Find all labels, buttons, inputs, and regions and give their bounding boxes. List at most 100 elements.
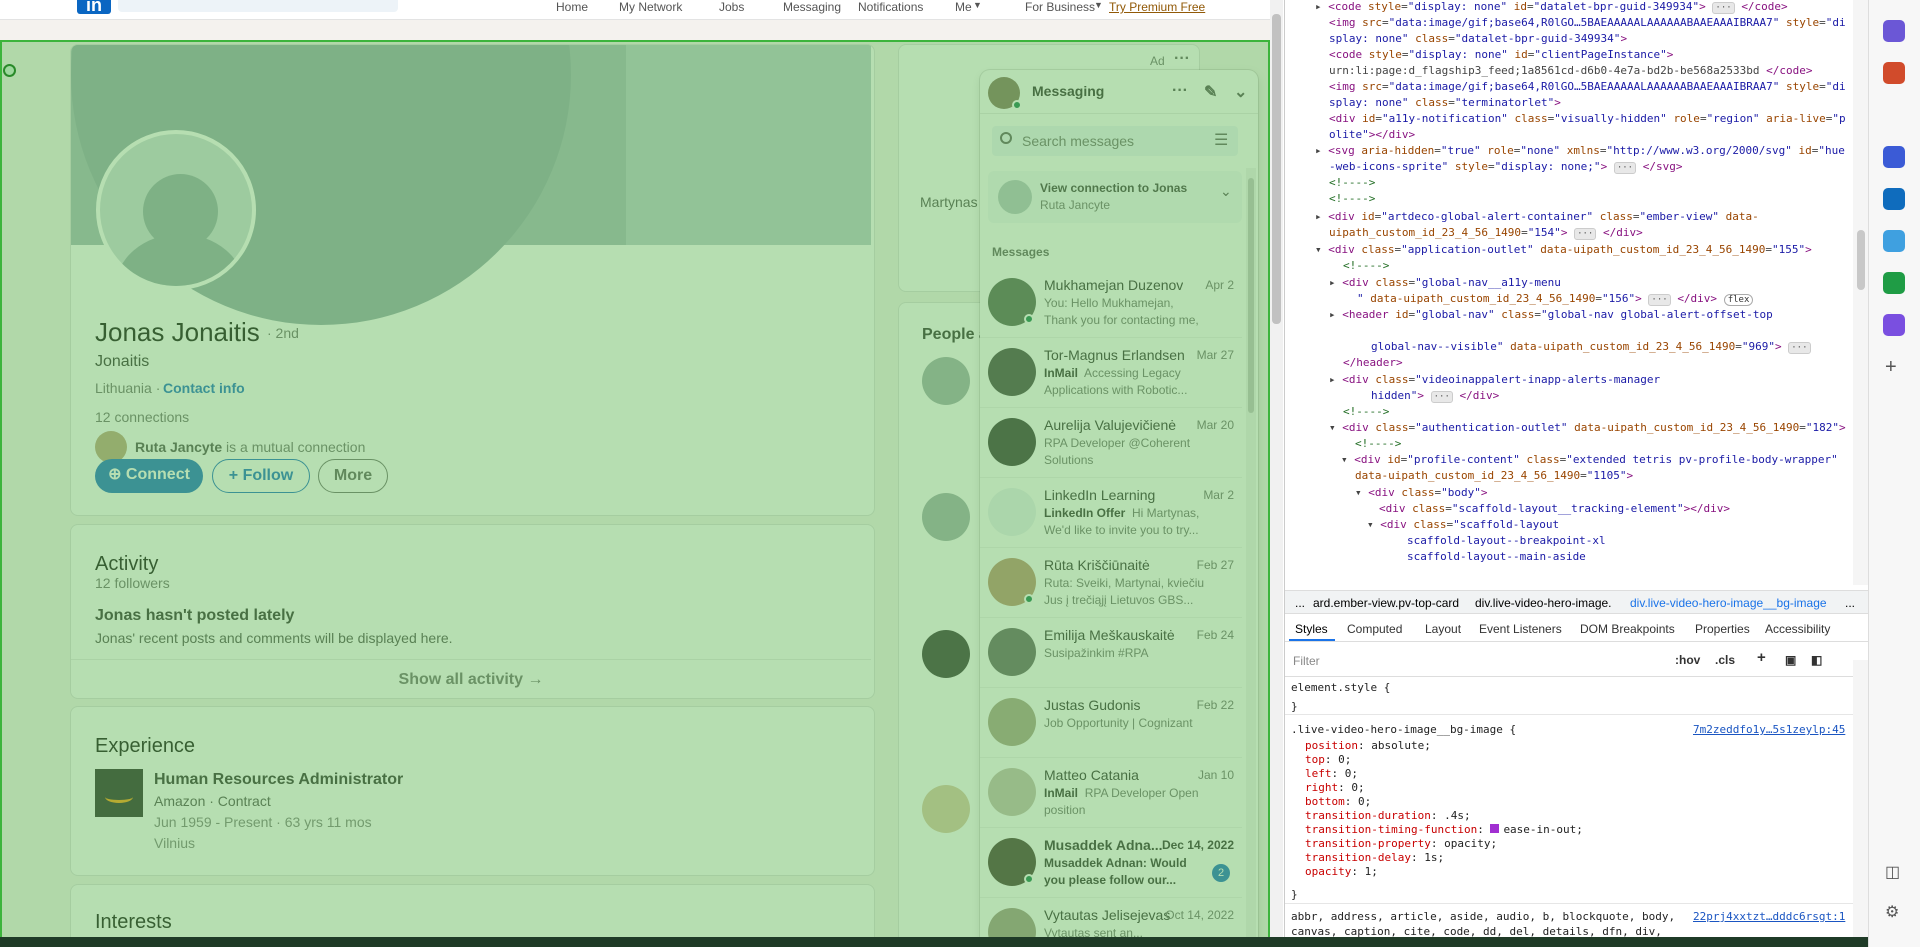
message-thread[interactable]: Rūta Kriščiūnaitė Feb 27 Ruta: Sveiki, Mar… — [980, 548, 1242, 618]
dom-node[interactable]: <code style="display: none" id="clientPa… — [1329, 48, 1673, 61]
message-thread[interactable]: LinkedIn Learning Mar 2 LinkedIn Offer Hi … — [980, 478, 1242, 548]
css-declaration[interactable]: top: 0; — [1305, 753, 1351, 766]
page-scrollbar[interactable] — [1270, 0, 1283, 947]
linkedin-logo[interactable]: in — [77, 0, 111, 15]
message-thread[interactable]: Matteo Catania Jan 10 InMail RPA Developer… — [980, 758, 1242, 828]
copilot-icon[interactable] — [1883, 146, 1905, 168]
class-toggle[interactable]: .cls — [1715, 653, 1735, 667]
nav-try-premium[interactable]: Try Premium Free — [1109, 0, 1205, 14]
dom-node[interactable]: <img src="data:image/gif;base64,R0lGO…5B… — [1329, 80, 1846, 93]
nav-for-business[interactable]: For Business — [1025, 0, 1095, 14]
css-selector[interactable]: .live-video-hero-image__bg-image { — [1291, 723, 1516, 736]
css-declaration[interactable]: bottom: 0; — [1305, 795, 1371, 808]
paint-icon[interactable]: ▣ — [1785, 653, 1796, 667]
messaging-scrollbar[interactable] — [1246, 168, 1256, 947]
send-icon[interactable] — [1883, 230, 1905, 252]
messaging-header[interactable]: Messaging ··· ✎ ⌄ — [980, 70, 1258, 114]
tab-properties[interactable]: Properties — [1695, 622, 1750, 636]
breadcrumb-item-selected[interactable]: div.live-video-hero-image__bg-image — [1630, 596, 1827, 610]
ad-options-icon[interactable]: ··· — [1174, 50, 1190, 68]
tree-icon[interactable] — [1883, 272, 1905, 294]
css-declaration[interactable]: transition-delay: 1s; — [1305, 851, 1444, 864]
css-declaration[interactable]: transition-duration: .4s; — [1305, 809, 1471, 822]
mutual-connection[interactable]: Ruta Jancyte is a mutual connection — [135, 439, 365, 455]
followers-count[interactable]: 12 followers — [95, 575, 170, 591]
css-declaration[interactable]: right: 0; — [1305, 781, 1365, 794]
element-style-rule[interactable]: element.style { — [1291, 681, 1390, 694]
message-thread[interactable]: Emilija Meškauskaitė Feb 24 Susipažinkim #… — [980, 618, 1242, 688]
dom-node[interactable]: ▾ <div class="authentication-outlet" dat… — [1329, 421, 1846, 434]
profile-avatar[interactable] — [96, 130, 256, 290]
briefcase-icon[interactable] — [1883, 62, 1905, 84]
source-link[interactable]: 7m2zeddfo1y…5s1zeylp:45 — [1693, 723, 1845, 736]
dom-node[interactable]: ▸ <code style="display: none" id="datale… — [1315, 0, 1788, 14]
view-connection-banner[interactable]: View connection to Jonas Ruta Jancyte ⌄ — [988, 171, 1242, 223]
tab-accessibility[interactable]: Accessibility — [1765, 622, 1830, 636]
css-declaration[interactable]: transition-timing-function: ease-in-out; — [1305, 823, 1583, 836]
contact-info-link[interactable]: Contact info — [163, 380, 245, 396]
message-search-input[interactable]: Search messages ☰ — [992, 126, 1238, 156]
chevron-down-icon[interactable]: ⌄ — [1234, 82, 1247, 102]
dom-node[interactable]: ▸ <svg aria-hidden="true" role="none" xm… — [1315, 144, 1845, 157]
nav-messaging[interactable]: Messaging — [783, 0, 841, 14]
breadcrumb-item[interactable]: ... — [1295, 596, 1305, 610]
nav-me[interactable]: Me — [955, 0, 972, 14]
dom-node[interactable]: ▸ <div id="artdeco-global-alert-containe… — [1315, 210, 1759, 223]
dom-node[interactable]: ▸ <div class="global-nav__a11y-menu — [1329, 276, 1561, 289]
breadcrumb-item[interactable]: div.live-video-hero-image. — [1475, 596, 1612, 610]
hover-state-toggle[interactable]: :hov — [1675, 653, 1700, 667]
message-thread[interactable]: Aurelija Valujevičienė Mar 20 RPA Develope… — [980, 408, 1242, 478]
people-avatar[interactable] — [922, 785, 970, 833]
people-avatar[interactable] — [922, 493, 970, 541]
breadcrumb-item[interactable]: ... — [1845, 596, 1855, 610]
tab-dom-breakpoints[interactable]: DOM Breakpoints — [1580, 622, 1675, 636]
dom-node[interactable]: <img src="data:image/gif;base64,R0lGO…5B… — [1329, 16, 1846, 29]
tab-layout[interactable]: Layout — [1425, 622, 1461, 636]
source-link[interactable]: 22prj4xxtzt…dddc6rsgt:1 — [1693, 910, 1845, 923]
breadcrumb-item[interactable]: ard.ember-view.pv-top-card — [1313, 596, 1459, 610]
more-button[interactable]: More — [318, 459, 388, 493]
outlook-icon[interactable] — [1883, 188, 1905, 210]
dom-node[interactable]: <div class="scaffold-layout__tracking-el… — [1379, 502, 1730, 515]
css-declaration[interactable]: transition-property: opacity; — [1305, 837, 1497, 850]
message-thread[interactable]: Musaddek Adna... Dec 14, 2022 Musaddek Adn… — [980, 828, 1242, 898]
nav-home[interactable]: Home — [556, 0, 588, 14]
elements-tree[interactable]: ▸ <code style="display: none" id="datale… — [1285, 0, 1855, 585]
message-thread[interactable]: Justas Gudonis Feb 22 Job Opportunity | Co… — [980, 688, 1242, 758]
new-rule-icon[interactable]: + — [1757, 649, 1766, 666]
styles-scrollbar[interactable] — [1853, 660, 1868, 947]
sidebar-toggle-icon[interactable]: ◧ — [1811, 653, 1822, 667]
global-search-input[interactable] — [118, 0, 398, 12]
css-declaration[interactable]: left: 0; — [1305, 767, 1358, 780]
filter-icon[interactable]: ☰ — [1214, 130, 1228, 150]
dom-node[interactable]: ▸ <header id="global-nav" class="global-… — [1329, 308, 1773, 321]
styles-filter-input[interactable]: Filter — [1293, 654, 1320, 668]
nav-jobs[interactable]: Jobs — [719, 0, 744, 14]
message-thread[interactable]: Tor-Magnus Erlandsen Mar 27 InMail Accessi… — [980, 338, 1242, 408]
tag-icon[interactable] — [1883, 20, 1905, 42]
show-all-activity-link[interactable]: Show all activity → — [71, 671, 871, 689]
gear-icon[interactable]: ⚙ — [1885, 902, 1899, 922]
message-thread[interactable]: Mukhamejan Duzenov Apr 2 You: Hello Mukham… — [980, 268, 1242, 338]
dom-node[interactable]: ▾ <div class="application-outlet" data-u… — [1315, 243, 1812, 256]
dom-node[interactable]: ▾ <div class="body"> — [1355, 486, 1488, 499]
tab-computed[interactable]: Computed — [1347, 622, 1402, 636]
messenger-icon[interactable] — [1883, 314, 1905, 336]
dom-node[interactable]: ▾ <div class="scaffold-layout — [1367, 518, 1559, 531]
connect-button[interactable]: ⊕ Connect — [95, 459, 203, 493]
follow-button[interactable]: + Follow — [212, 459, 310, 493]
more-options-icon[interactable]: ··· — [1172, 82, 1188, 100]
amazon-logo[interactable] — [95, 769, 143, 817]
easing-icon[interactable] — [1490, 824, 1500, 833]
elements-scrollbar[interactable] — [1853, 0, 1868, 585]
tab-event-listeners[interactable]: Event Listeners — [1479, 622, 1562, 636]
nav-notifications[interactable]: Notifications — [858, 0, 923, 14]
css-declaration[interactable]: position: absolute; — [1305, 739, 1431, 752]
dom-node[interactable]: ▾ <div id="profile-content" class="exten… — [1341, 453, 1838, 466]
compose-icon[interactable]: ✎ — [1204, 82, 1217, 102]
tab-styles[interactable]: Styles — [1295, 622, 1328, 636]
people-avatar[interactable] — [922, 357, 970, 405]
dom-node[interactable]: <div id="a11y-notification" class="visua… — [1329, 112, 1846, 125]
sidebar-toggle-icon[interactable]: ◫ — [1885, 862, 1900, 882]
chevron-down-icon[interactable]: ⌄ — [1220, 183, 1232, 200]
